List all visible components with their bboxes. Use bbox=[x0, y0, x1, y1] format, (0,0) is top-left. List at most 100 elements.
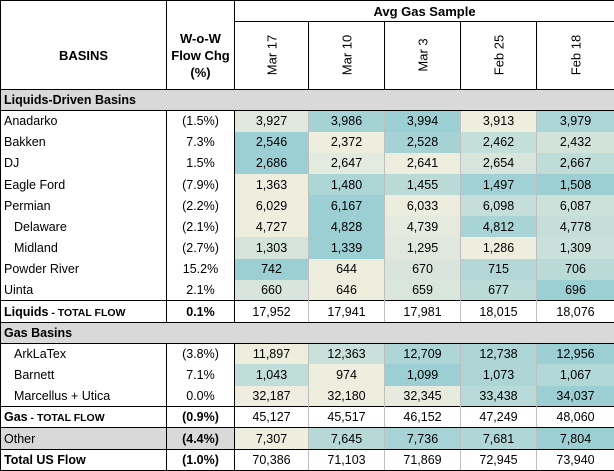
value-cell: 2,546 bbox=[234, 131, 309, 153]
basin-row: Midland (2.7%) 1,303 1,339 1,295 1,286 1,309 bbox=[0, 237, 614, 259]
wow-change: 7.1% bbox=[186, 368, 215, 383]
basin-name: Anadarko bbox=[0, 110, 167, 132]
basin-row: Powder River 15.2% 742 644 670 715 706 bbox=[0, 258, 614, 280]
value-cell: 12,956 bbox=[536, 343, 614, 365]
date-header-feb-25: Feb 25 bbox=[460, 21, 537, 90]
value-cell: 7,736 bbox=[384, 427, 461, 450]
date-header-label: Feb 25 bbox=[491, 35, 506, 76]
date-header-label: Mar 17 bbox=[264, 35, 279, 76]
value-cell: 48,060 bbox=[536, 406, 614, 429]
value-cell: 1,303 bbox=[234, 237, 309, 259]
value-cell: 32,187 bbox=[234, 385, 309, 407]
total-label-bold: Gas bbox=[4, 410, 28, 425]
basin-row: Barnett 7.1% 1,043 974 1,099 1,073 1,067 bbox=[0, 364, 614, 386]
basin-name: Midland bbox=[0, 237, 167, 259]
value-cell: 17,952 bbox=[234, 300, 309, 323]
wow-change: (1.0%) bbox=[166, 448, 235, 471]
value-cell: 72,945 bbox=[460, 448, 537, 471]
basin-name: Eagle Ford bbox=[0, 173, 167, 196]
section-blank-cell bbox=[308, 88, 385, 111]
section-label: Gas Basins bbox=[0, 321, 235, 344]
value-cell: 7,307 bbox=[234, 427, 309, 450]
section-blank-cell bbox=[536, 88, 614, 111]
basin-row: Eagle Ford (7.9%) 1,363 1,480 1,455 1,497 1,50… bbox=[0, 173, 614, 196]
value-cell: 6,033 bbox=[384, 195, 461, 217]
value-cell: 2,667 bbox=[536, 152, 614, 174]
value-cell: 17,941 bbox=[308, 300, 385, 323]
total-label-suffix: - TOTAL FLOW bbox=[48, 306, 126, 319]
header-blank-cell bbox=[0, 0, 167, 22]
basin-row: Marcellus + Utica 0.0% 32,187 32,180 32,345 3… bbox=[0, 385, 614, 407]
value-cell: 12,709 bbox=[384, 343, 461, 365]
basin-name: Total US Flow bbox=[0, 448, 167, 471]
value-cell: 1,455 bbox=[384, 173, 461, 196]
value-cell: 45,517 bbox=[308, 406, 385, 429]
wow-change: (2.1%) bbox=[182, 219, 219, 234]
wow-header: W-o-W Flow Chg (%) bbox=[166, 21, 235, 90]
value-cell: 2,372 bbox=[308, 131, 385, 153]
value-cell: 1,363 bbox=[234, 173, 309, 196]
wow-change: (2.7%) bbox=[182, 241, 219, 256]
value-cell: 33,438 bbox=[460, 385, 537, 407]
value-cell: 659 bbox=[384, 279, 461, 301]
value-cell: 6,029 bbox=[234, 195, 309, 217]
value-cell: 1,497 bbox=[460, 173, 537, 196]
value-cell: 1,043 bbox=[234, 364, 309, 386]
value-cell: 1,067 bbox=[536, 364, 614, 386]
basin-row: ArkLaTex (3.8%) 11,897 12,363 12,709 12,738 12… bbox=[0, 343, 614, 365]
value-cell: 660 bbox=[234, 279, 309, 301]
value-cell: 71,103 bbox=[308, 448, 385, 471]
section-blank-cell bbox=[234, 321, 309, 344]
value-cell: 7,681 bbox=[460, 427, 537, 450]
date-header-label: Feb 18 bbox=[568, 35, 583, 76]
value-cell: 4,739 bbox=[384, 216, 461, 238]
date-header-label: Mar 10 bbox=[339, 35, 354, 76]
value-cell: 3,979 bbox=[536, 110, 614, 132]
wow-change: 0.0% bbox=[186, 388, 215, 403]
total-row: Gas - TOTAL FLOW (0.9%) 45,127 45,517 46,152… bbox=[0, 406, 614, 429]
value-cell: 34,037 bbox=[536, 385, 614, 407]
basin-name: Uinta bbox=[0, 279, 167, 301]
value-cell: 71,869 bbox=[384, 448, 461, 471]
section-blank-cell bbox=[234, 88, 309, 111]
header-top-row: Avg Gas Sample bbox=[0, 0, 614, 22]
wow-change: 1.5% bbox=[186, 156, 215, 171]
value-cell: 70,386 bbox=[234, 448, 309, 471]
basin-name: Delaware bbox=[0, 216, 167, 238]
total-label-bold: Liquids bbox=[4, 304, 49, 319]
value-cell: 6,087 bbox=[536, 195, 614, 217]
value-cell: 7,645 bbox=[308, 427, 385, 450]
section-blank-cell bbox=[384, 321, 461, 344]
value-cell: 1,508 bbox=[536, 173, 614, 196]
value-cell: 2,654 bbox=[460, 152, 537, 174]
section-blank-cell bbox=[384, 88, 461, 111]
wow-change: 0.1% bbox=[166, 300, 235, 323]
section-row: Liquids-Driven Basins bbox=[0, 88, 614, 111]
value-cell: 677 bbox=[460, 279, 537, 301]
wow-change: (2.2%) bbox=[182, 198, 219, 213]
value-cell: 2,686 bbox=[234, 152, 309, 174]
section-blank-cell bbox=[308, 321, 385, 344]
value-cell: 2,528 bbox=[384, 131, 461, 153]
basin-row: Uinta 2.1% 660 646 659 677 696 bbox=[0, 279, 614, 301]
basin-name: Other bbox=[0, 427, 167, 450]
basin-row: Delaware (2.1%) 4,727 4,828 4,739 4,812 4,778 bbox=[0, 216, 614, 238]
wow-change: 2.1% bbox=[186, 283, 215, 298]
total-label-suffix: - TOTAL FLOW bbox=[27, 412, 105, 425]
value-cell: 3,986 bbox=[308, 110, 385, 132]
grand-row: Total US Flow (1.0%) 70,386 71,103 71,869 72,… bbox=[0, 448, 614, 471]
basin-name: Bakken bbox=[0, 131, 167, 153]
value-cell: 2,432 bbox=[536, 131, 614, 153]
other-row: Other (4.4%) 7,307 7,645 7,736 7,681 7,804 bbox=[0, 427, 614, 450]
value-cell: 18,076 bbox=[536, 300, 614, 323]
basin-name: Permian bbox=[0, 195, 167, 217]
value-cell: 670 bbox=[384, 258, 461, 280]
gas-flow-table: Avg Gas Sample BASINS W-o-W Flow Chg (%)… bbox=[0, 0, 614, 471]
wow-change: (7.9%) bbox=[182, 177, 219, 192]
date-header-mar-3: Mar 3 bbox=[384, 21, 461, 90]
value-cell: 18,015 bbox=[460, 300, 537, 323]
value-cell: 32,180 bbox=[308, 385, 385, 407]
value-cell: 1,295 bbox=[384, 237, 461, 259]
wow-change: (3.8%) bbox=[182, 347, 219, 362]
wow-change: 7.3% bbox=[186, 135, 215, 150]
